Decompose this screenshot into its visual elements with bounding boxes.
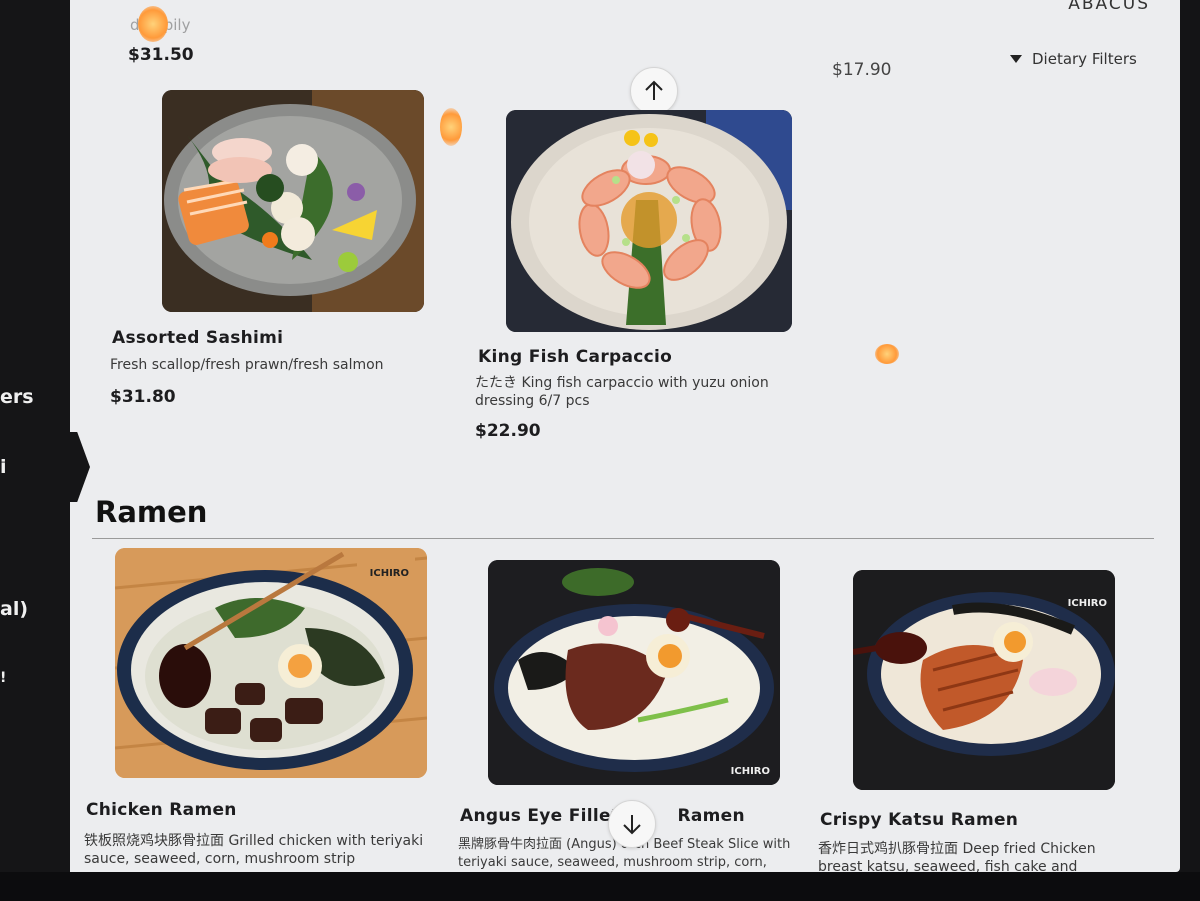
sashimi-photo-drawing	[162, 90, 424, 312]
item-price: $22.90	[475, 421, 541, 441]
sidebar-item-label[interactable]: !	[0, 670, 6, 686]
previous-item-price-right: $17.90	[832, 60, 892, 80]
item-title-tail: Ramen	[677, 806, 745, 826]
item-title[interactable]: Chicken Ramen	[86, 800, 237, 820]
chicken-ramen-drawing	[115, 548, 427, 778]
sidebar-item-label[interactable]: i	[0, 456, 7, 478]
item-description: 铁板照烧鸡块豚骨拉面 Grilled chicken with teriyaki…	[84, 833, 424, 867]
item-price: $31.80	[110, 387, 176, 407]
section-divider	[92, 538, 1154, 539]
carpaccio-photo-drawing	[506, 110, 792, 332]
screen-glare	[138, 6, 168, 42]
dietary-filters-button[interactable]: Dietary Filters	[1010, 50, 1137, 68]
sashimi-plate-photo[interactable]	[162, 90, 424, 312]
item-description: 香炸日式鸡扒豚骨拉面 Deep fried Chicken breast kat…	[818, 841, 1096, 872]
chicken-ramen-photo[interactable]: ICHIRO	[115, 548, 427, 778]
triangle-down-icon	[1010, 55, 1022, 63]
katsu-ramen-photo[interactable]: ICHIRO	[853, 570, 1115, 790]
scroll-down-button[interactable]	[608, 800, 656, 848]
item-title[interactable]: Assorted Sashimi	[112, 328, 283, 348]
section-title: Ramen	[95, 495, 208, 529]
item-title[interactable]: Angus Eye Fillet Ramen	[460, 806, 745, 826]
previous-item-price: $31.50	[128, 45, 194, 65]
sidebar-item-label[interactable]: al)	[0, 598, 28, 620]
item-description: Fresh scallop/fresh prawn/fresh salmon	[110, 357, 384, 373]
dietary-filters-label: Dietary Filters	[1032, 50, 1137, 68]
ichiro-logo: ICHIRO	[730, 766, 770, 777]
screen-glare	[875, 344, 899, 364]
item-title-head: Angus Eye Fillet	[460, 806, 620, 826]
arrow-up-icon	[645, 80, 663, 100]
brand-logo: ABACUS	[1068, 0, 1150, 14]
arrow-down-icon	[623, 815, 641, 835]
scroll-up-button[interactable]	[630, 67, 678, 115]
screen-glare	[440, 108, 462, 146]
menu-screen: dill&pily $31.50 $17.90 ABACUS Dietary F…	[40, 0, 1180, 872]
carpaccio-plate-photo[interactable]	[506, 110, 792, 332]
device-bezel	[0, 872, 1200, 901]
item-title[interactable]: King Fish Carpaccio	[478, 347, 672, 367]
angus-ramen-photo[interactable]: ICHIRO	[488, 560, 780, 785]
ichiro-logo: ICHIRO	[369, 568, 409, 579]
item-title[interactable]: Crispy Katsu Ramen	[820, 810, 1018, 830]
sidebar-item-label[interactable]: ers	[0, 386, 34, 408]
item-description: たたき King fish carpaccio with yuzu onion …	[475, 375, 769, 409]
ichiro-logo: ICHIRO	[1067, 598, 1107, 609]
angus-ramen-drawing	[488, 560, 780, 785]
